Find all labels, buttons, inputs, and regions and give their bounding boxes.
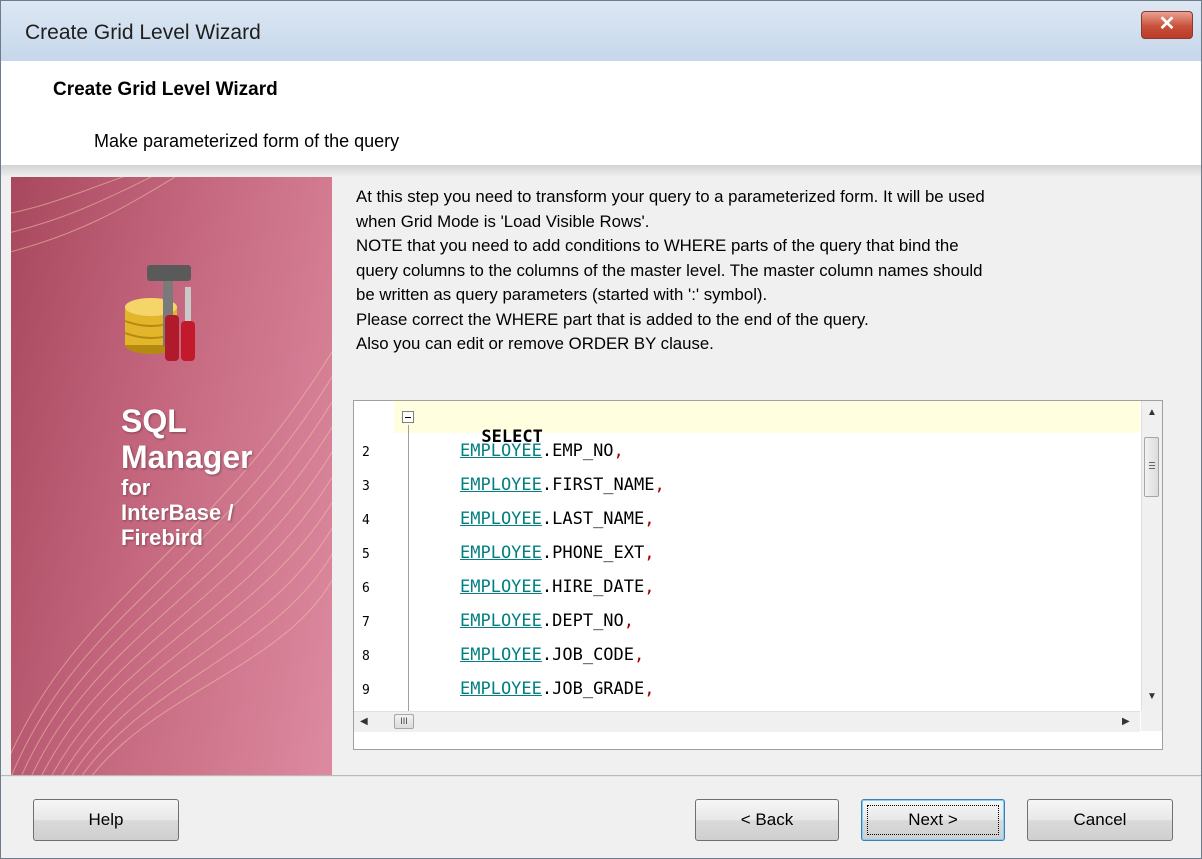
vertical-scrollbar[interactable]: ▲ ▼ (1141, 401, 1162, 711)
product-brand: SQL Manager for InterBase / Firebird (121, 403, 253, 550)
wizard-header: Create Grid Level Wizard Make parameteri… (1, 61, 1201, 165)
line-number: 5 (362, 547, 370, 562)
step-description: At this step you need to transform your … (356, 185, 1176, 357)
focus-rectangle (867, 805, 999, 835)
column-name: .PHONE_EXT (541, 543, 645, 563)
description-line: At this step you need to transform your … (356, 187, 985, 206)
line-number: 9 (362, 683, 370, 698)
code-line: EMPLOYEE.DEPT_NO, (460, 611, 634, 631)
help-button-label: Help (88, 810, 124, 829)
line-number: 7 (362, 615, 370, 630)
comma: , (644, 543, 655, 563)
line-number-gutter: 2 3 4 5 6 7 8 9 (354, 401, 394, 711)
description-line: Also you can edit or remove ORDER BY cla… (356, 334, 714, 353)
close-icon: ✕ (1158, 13, 1176, 35)
comma: , (623, 611, 635, 631)
table-name: EMPLOYEE (460, 441, 542, 461)
grip-line (1149, 468, 1155, 469)
table-name: EMPLOYEE (460, 679, 542, 699)
comma: , (654, 475, 665, 495)
header-title: Create Grid Level Wizard (53, 79, 278, 100)
back-button[interactable]: < Back (695, 799, 839, 841)
column-name: .HIRE_DATE (541, 577, 645, 597)
table-name: EMPLOYEE (460, 577, 542, 597)
close-button[interactable]: ✕ (1141, 11, 1193, 39)
next-button[interactable]: Next > (861, 799, 1005, 841)
vertical-scroll-thumb[interactable] (1144, 437, 1159, 497)
code-line: EMPLOYEE.JOB_GRADE, (460, 679, 655, 699)
table-name: EMPLOYEE (460, 543, 542, 563)
wizard-window: Create Grid Level Wizard ✕ Create Grid L… (0, 0, 1202, 859)
horizontal-scrollbar[interactable]: ◀ III ▶ (354, 711, 1140, 732)
code-line: EMPLOYEE.EMP_NO, (460, 441, 624, 461)
back-button-label: < Back (740, 810, 794, 829)
code-line: EMPLOYEE.JOB_CODE, (460, 645, 644, 665)
column-name: .EMP_NO (541, 441, 614, 461)
line-number: 4 (362, 513, 370, 528)
comma: , (644, 577, 655, 597)
brand-line: Manager (121, 439, 253, 475)
column-name: .LAST_NAME (541, 509, 645, 529)
description-line: query columns to the columns of the mast… (356, 260, 983, 280)
window-title: Create Grid Level Wizard (25, 21, 261, 44)
help-button[interactable]: Help (33, 799, 179, 841)
code-line: EMPLOYEE.LAST_NAME, (460, 509, 655, 529)
table-name: EMPLOYEE (460, 645, 542, 665)
line-number: 2 (362, 445, 370, 460)
comma: , (644, 679, 655, 699)
description-line: Please correct the WHERE part that is ad… (356, 309, 869, 329)
scroll-up-icon[interactable]: ▲ (1147, 407, 1157, 418)
column-name: .DEPT_NO (541, 611, 624, 631)
header-separator (1, 165, 1201, 177)
grip-line (1149, 465, 1155, 466)
line-number: 8 (362, 649, 370, 664)
cancel-button-label: Cancel (1073, 810, 1127, 829)
comma: , (613, 441, 624, 461)
title-bar: Create Grid Level Wizard ✕ (1, 1, 1201, 61)
comma: , (644, 509, 655, 529)
scroll-right-icon[interactable]: ▶ (1122, 716, 1130, 727)
fold-collapse-icon[interactable] (402, 411, 414, 423)
code-line: EMPLOYEE.PHONE_EXT, (460, 543, 655, 563)
header-subtitle: Make parameterized form of the query (94, 131, 400, 151)
column-name: .FIRST_NAME (541, 475, 655, 495)
brand-line: SQL (121, 403, 187, 439)
brand-line: InterBase / (121, 500, 234, 525)
horizontal-scroll-thumb[interactable]: III (394, 714, 414, 729)
sql-editor[interactable]: 2 3 4 5 6 7 8 9 SELECT EMPLOYEE.EMP_NO, … (353, 400, 1163, 750)
footer-separator (1, 775, 1201, 777)
column-name: .JOB_GRADE (541, 679, 645, 699)
table-name: EMPLOYEE (460, 509, 542, 529)
code-line: EMPLOYEE.HIRE_DATE, (460, 577, 655, 597)
fold-guide (408, 425, 409, 711)
description-line: when Grid Mode is 'Load Visible Rows'. (356, 211, 650, 231)
line-number: 3 (362, 479, 370, 494)
line-number: 6 (362, 581, 370, 596)
table-name: EMPLOYEE (460, 611, 542, 631)
grip-line (1149, 462, 1155, 463)
cancel-button[interactable]: Cancel (1027, 799, 1173, 841)
comma: , (634, 645, 645, 665)
brand-line: for (121, 475, 151, 500)
sql-manager-logo-icon (124, 265, 195, 361)
sidebar-banner: SQL Manager for InterBase / Firebird (11, 177, 332, 775)
description-line: NOTE that you need to add conditions to … (356, 236, 959, 255)
column-name: .JOB_CODE (541, 645, 635, 665)
table-name: EMPLOYEE (460, 475, 542, 495)
code-line: EMPLOYEE.FIRST_NAME, (460, 475, 665, 495)
scrollbar-corner (1141, 711, 1162, 731)
description-line: be written as query parameters (started … (356, 285, 768, 304)
scroll-left-icon[interactable]: ◀ (360, 716, 368, 727)
scroll-down-icon[interactable]: ▼ (1147, 691, 1157, 702)
brand-line: Firebird (121, 525, 203, 550)
